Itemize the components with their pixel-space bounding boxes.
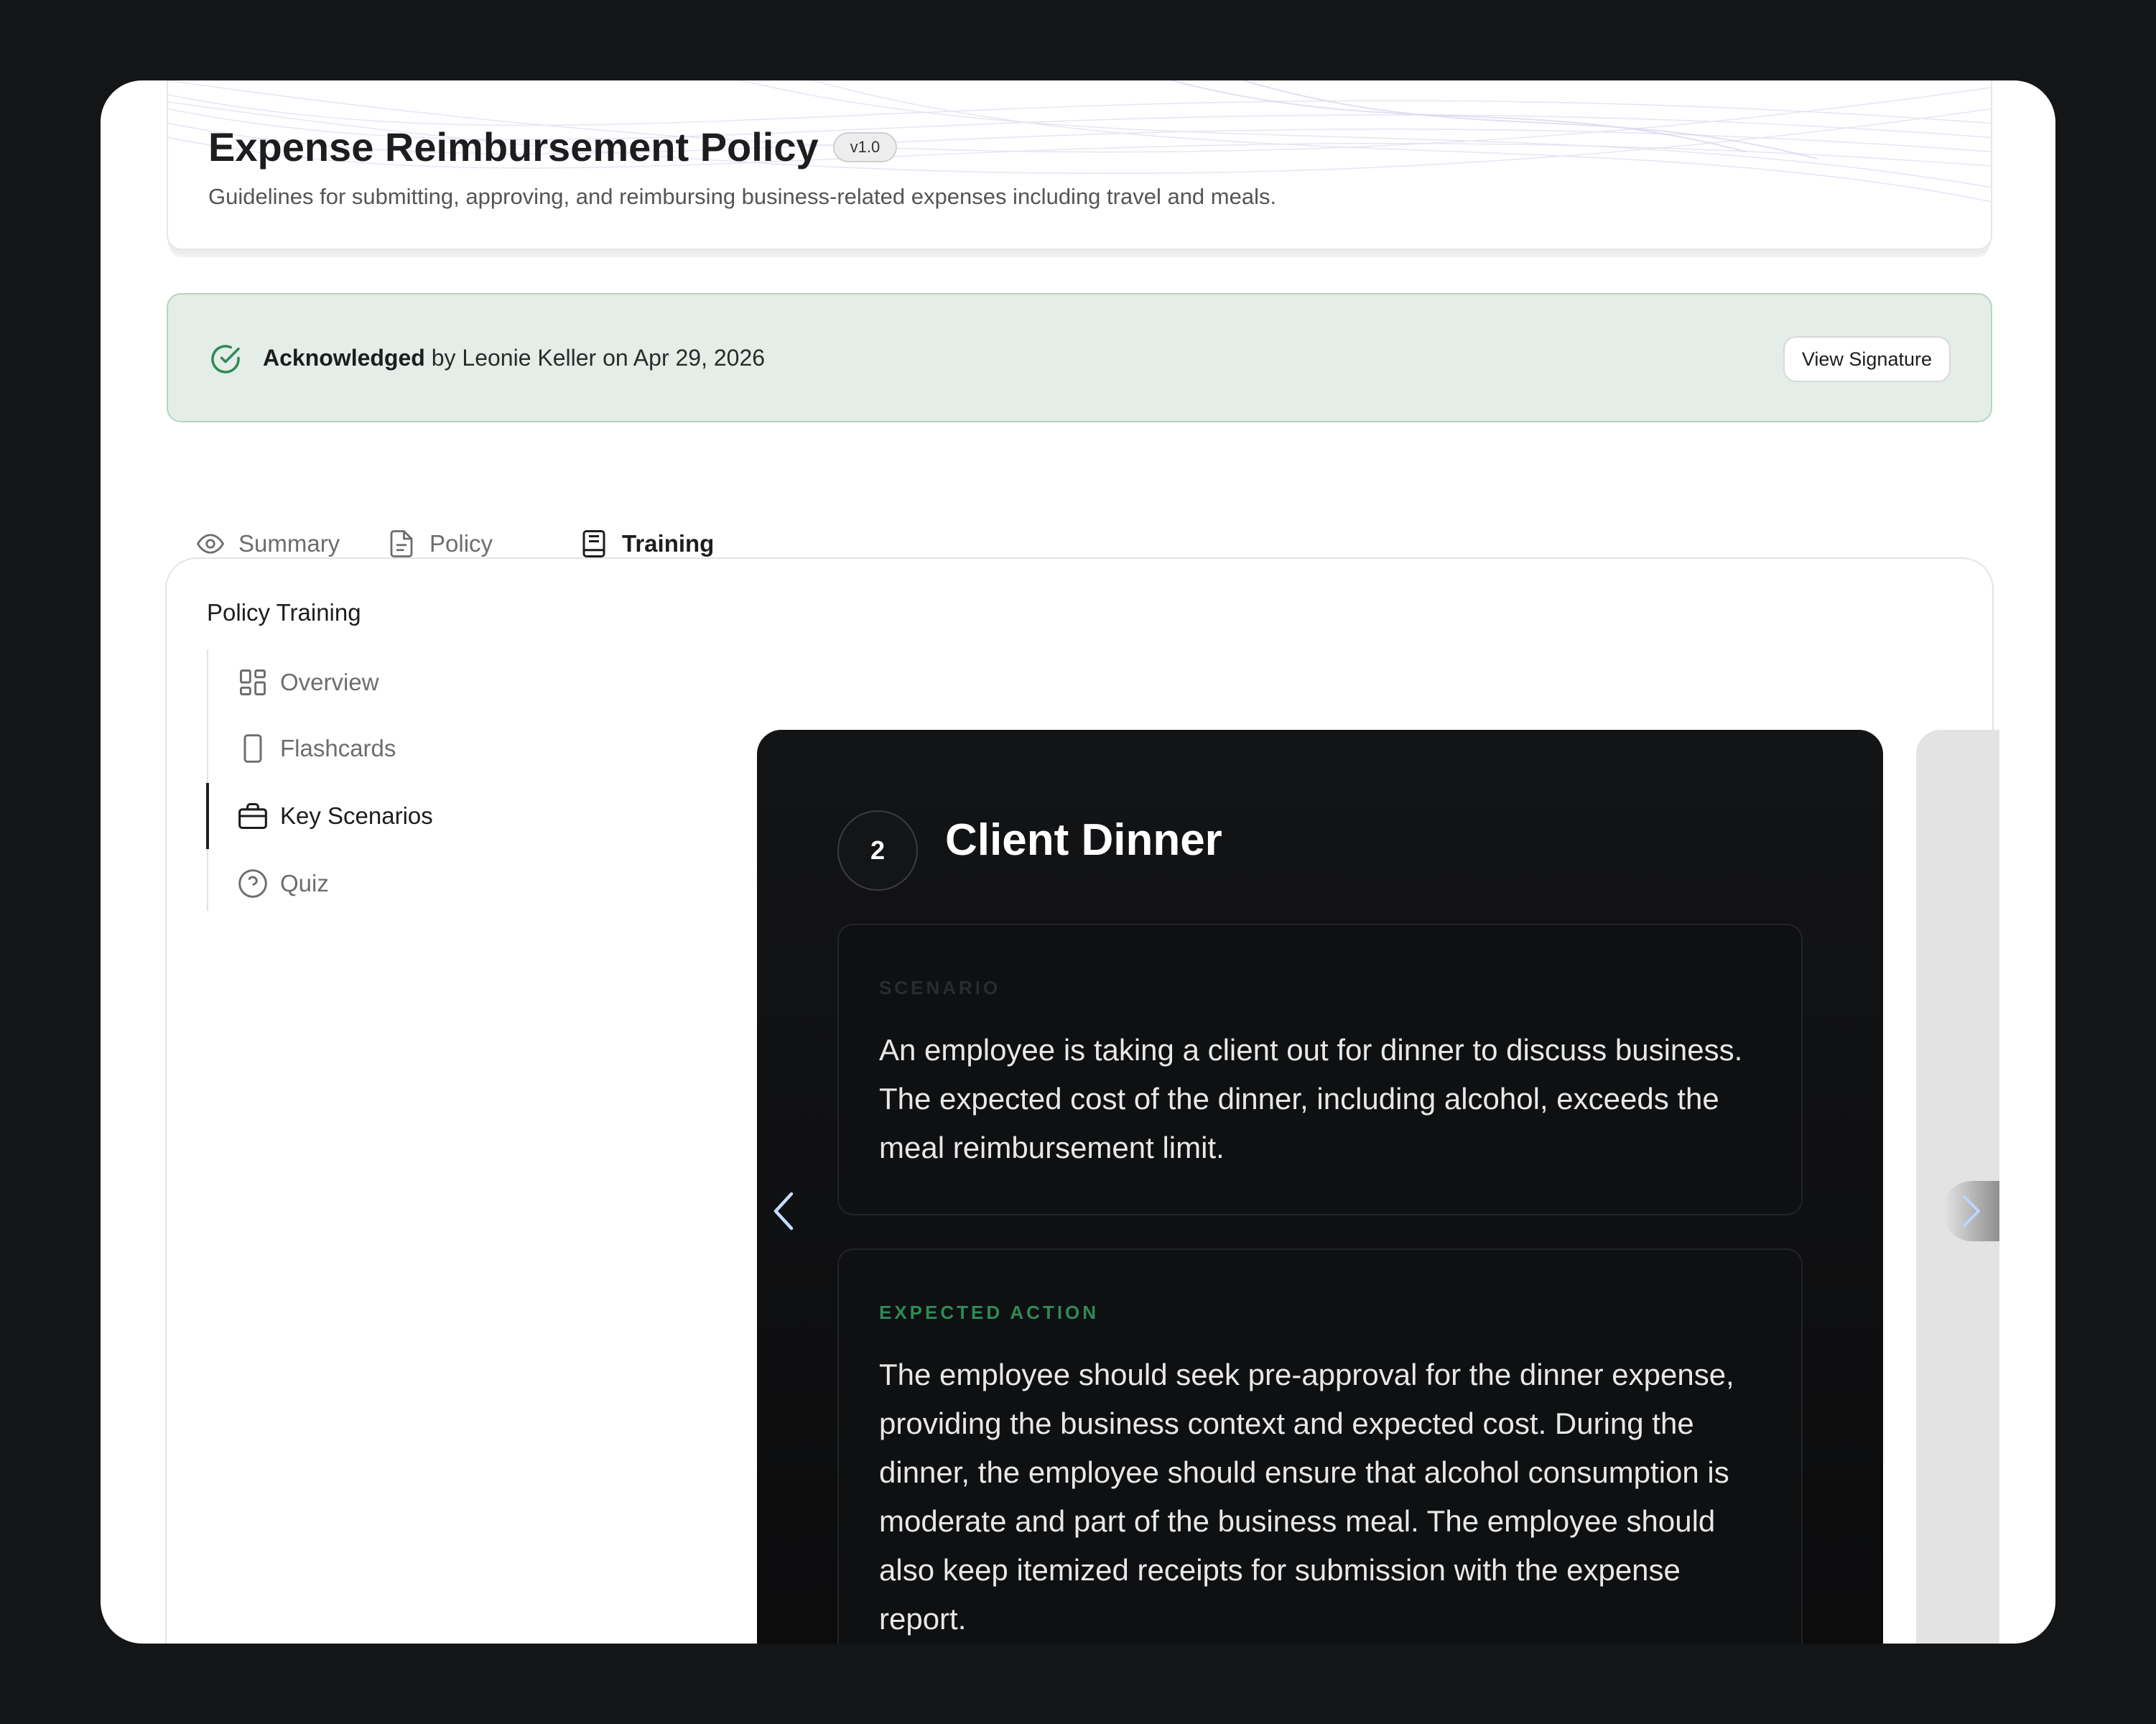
nav-overview-label: Overview: [280, 669, 379, 695]
training-title: Policy Training: [207, 599, 361, 626]
tab-summary-label: Summary: [238, 530, 340, 557]
expected-action-label: EXPECTED ACTION: [879, 1302, 1100, 1323]
eye-icon: [196, 534, 225, 554]
acknowledgement-text: Acknowledged by Leonie Keller on Apr 29,…: [263, 345, 765, 371]
title-row: Expense Reimbursement Policy v1.0: [208, 124, 898, 170]
card-icon: [243, 734, 262, 763]
tab-training-label: Training: [622, 530, 715, 557]
nav-item-overview[interactable]: Overview: [208, 649, 610, 715]
app-window: Expense Reimbursement Policy v1.0 Guidel…: [101, 80, 2055, 1644]
nav-quiz-label: Quiz: [280, 870, 329, 896]
acknowledgement-banner: Acknowledged by Leonie Keller on Apr 29,…: [167, 293, 1992, 422]
briefcase-icon: [238, 802, 267, 830]
version-badge: v1.0: [832, 131, 898, 162]
policy-description: Guidelines for submitting, approving, an…: [208, 184, 1277, 209]
previous-button[interactable]: [767, 1188, 801, 1234]
training-side-nav: Overview Flashcards Key Scenarios Quiz: [206, 649, 610, 911]
check-circle-icon: [211, 345, 240, 374]
tab-policy-label: Policy: [429, 530, 493, 557]
scenario-text: An employee is taking a client out for d…: [879, 1033, 1743, 1164]
book-icon: [582, 530, 605, 557]
expected-action-box: EXPECTED ACTION The employee should seek…: [837, 1248, 1803, 1644]
scenario-box: SCENARIO An employee is taking a client …: [837, 924, 1803, 1215]
scenario-number: 2: [837, 810, 918, 891]
nav-flashcards-label: Flashcards: [280, 735, 396, 761]
nav-item-quiz[interactable]: Quiz: [208, 851, 610, 917]
nav-key-scenarios-label: Key Scenarios: [280, 802, 433, 829]
scenario-label: SCENARIO: [879, 977, 1001, 998]
nav-item-flashcards[interactable]: Flashcards: [208, 715, 610, 782]
scenario-card: 2 Client Dinner SCENARIO An employee is …: [757, 730, 1883, 1644]
view-signature-button[interactable]: View Signature: [1783, 336, 1951, 382]
document-icon: [390, 530, 413, 557]
acknowledged-status: Acknowledged: [263, 345, 425, 371]
scenario-title: Client Dinner: [945, 815, 1222, 865]
expected-action-text: The employee should seek pre-approval fo…: [879, 1358, 1734, 1636]
page-title: Expense Reimbursement Policy: [208, 124, 819, 170]
chevron-right-icon: [1963, 1195, 1980, 1227]
question-circle-icon: [238, 869, 267, 898]
nav-item-key-scenarios[interactable]: Key Scenarios: [206, 783, 610, 849]
grid-icon: [240, 669, 266, 695]
policy-header-card: Expense Reimbursement Policy v1.0 Guidel…: [167, 80, 1992, 250]
next-button[interactable]: [1942, 1181, 1999, 1241]
acknowledgement-detail: by Leonie Keller on Apr 29, 2026: [431, 345, 766, 371]
